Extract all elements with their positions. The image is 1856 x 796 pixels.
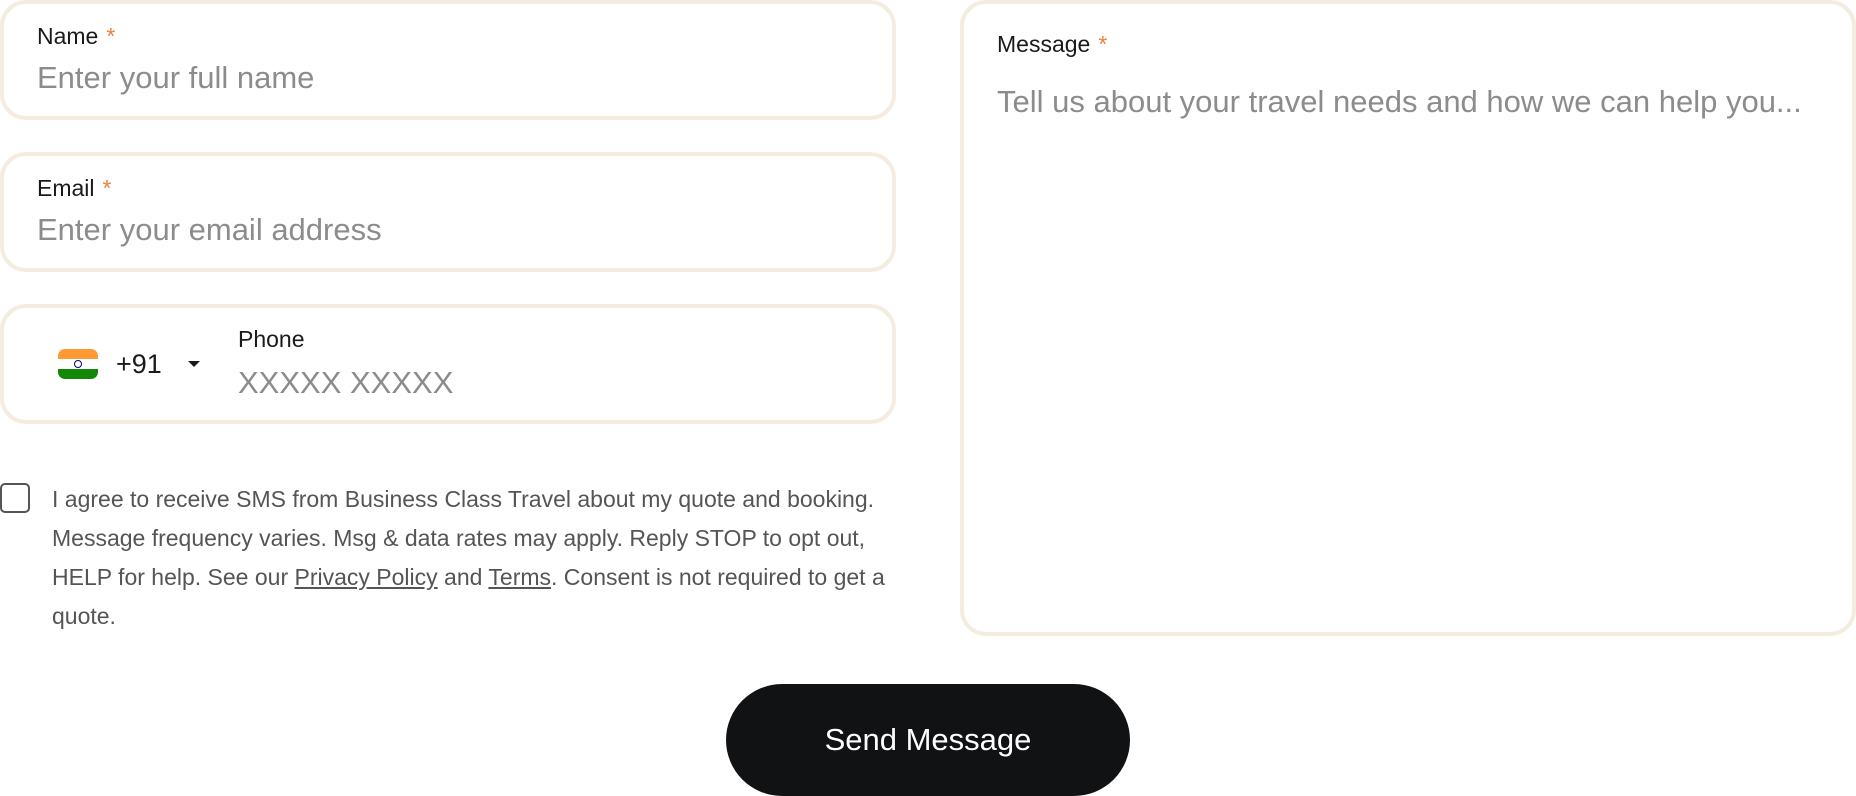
message-label-text: Message bbox=[997, 31, 1091, 57]
required-asterisk: * bbox=[1098, 31, 1108, 57]
phone-label: Phone bbox=[238, 326, 305, 352]
message-textarea[interactable] bbox=[997, 82, 1823, 602]
name-field-container: Name * bbox=[0, 0, 896, 120]
privacy-policy-link[interactable]: Privacy Policy bbox=[295, 564, 438, 590]
consent-text-and: and bbox=[437, 564, 489, 590]
email-field-container: Email * bbox=[0, 152, 896, 272]
name-label: Name * bbox=[37, 23, 115, 50]
required-asterisk: * bbox=[102, 175, 112, 201]
sms-consent-text: I agree to receive SMS from Business Cla… bbox=[52, 480, 902, 636]
email-label-text: Email bbox=[37, 175, 95, 201]
phone-input[interactable] bbox=[238, 361, 838, 405]
name-label-text: Name bbox=[37, 23, 99, 49]
name-input[interactable] bbox=[37, 56, 857, 100]
chevron-down-icon bbox=[187, 361, 200, 367]
india-flag-icon bbox=[58, 349, 98, 379]
email-label: Email * bbox=[37, 175, 111, 202]
message-field-container: Message * bbox=[960, 0, 1856, 636]
terms-link[interactable]: Terms bbox=[488, 564, 551, 590]
required-asterisk: * bbox=[106, 23, 116, 49]
message-label: Message * bbox=[997, 31, 1107, 58]
country-code-selector[interactable]: +91 bbox=[58, 342, 200, 386]
send-message-button[interactable]: Send Message bbox=[726, 684, 1130, 796]
email-input[interactable] bbox=[37, 208, 857, 252]
dial-code: +91 bbox=[116, 348, 162, 379]
sms-consent-checkbox[interactable] bbox=[0, 483, 30, 513]
phone-field-container: +91 Phone bbox=[0, 304, 896, 424]
